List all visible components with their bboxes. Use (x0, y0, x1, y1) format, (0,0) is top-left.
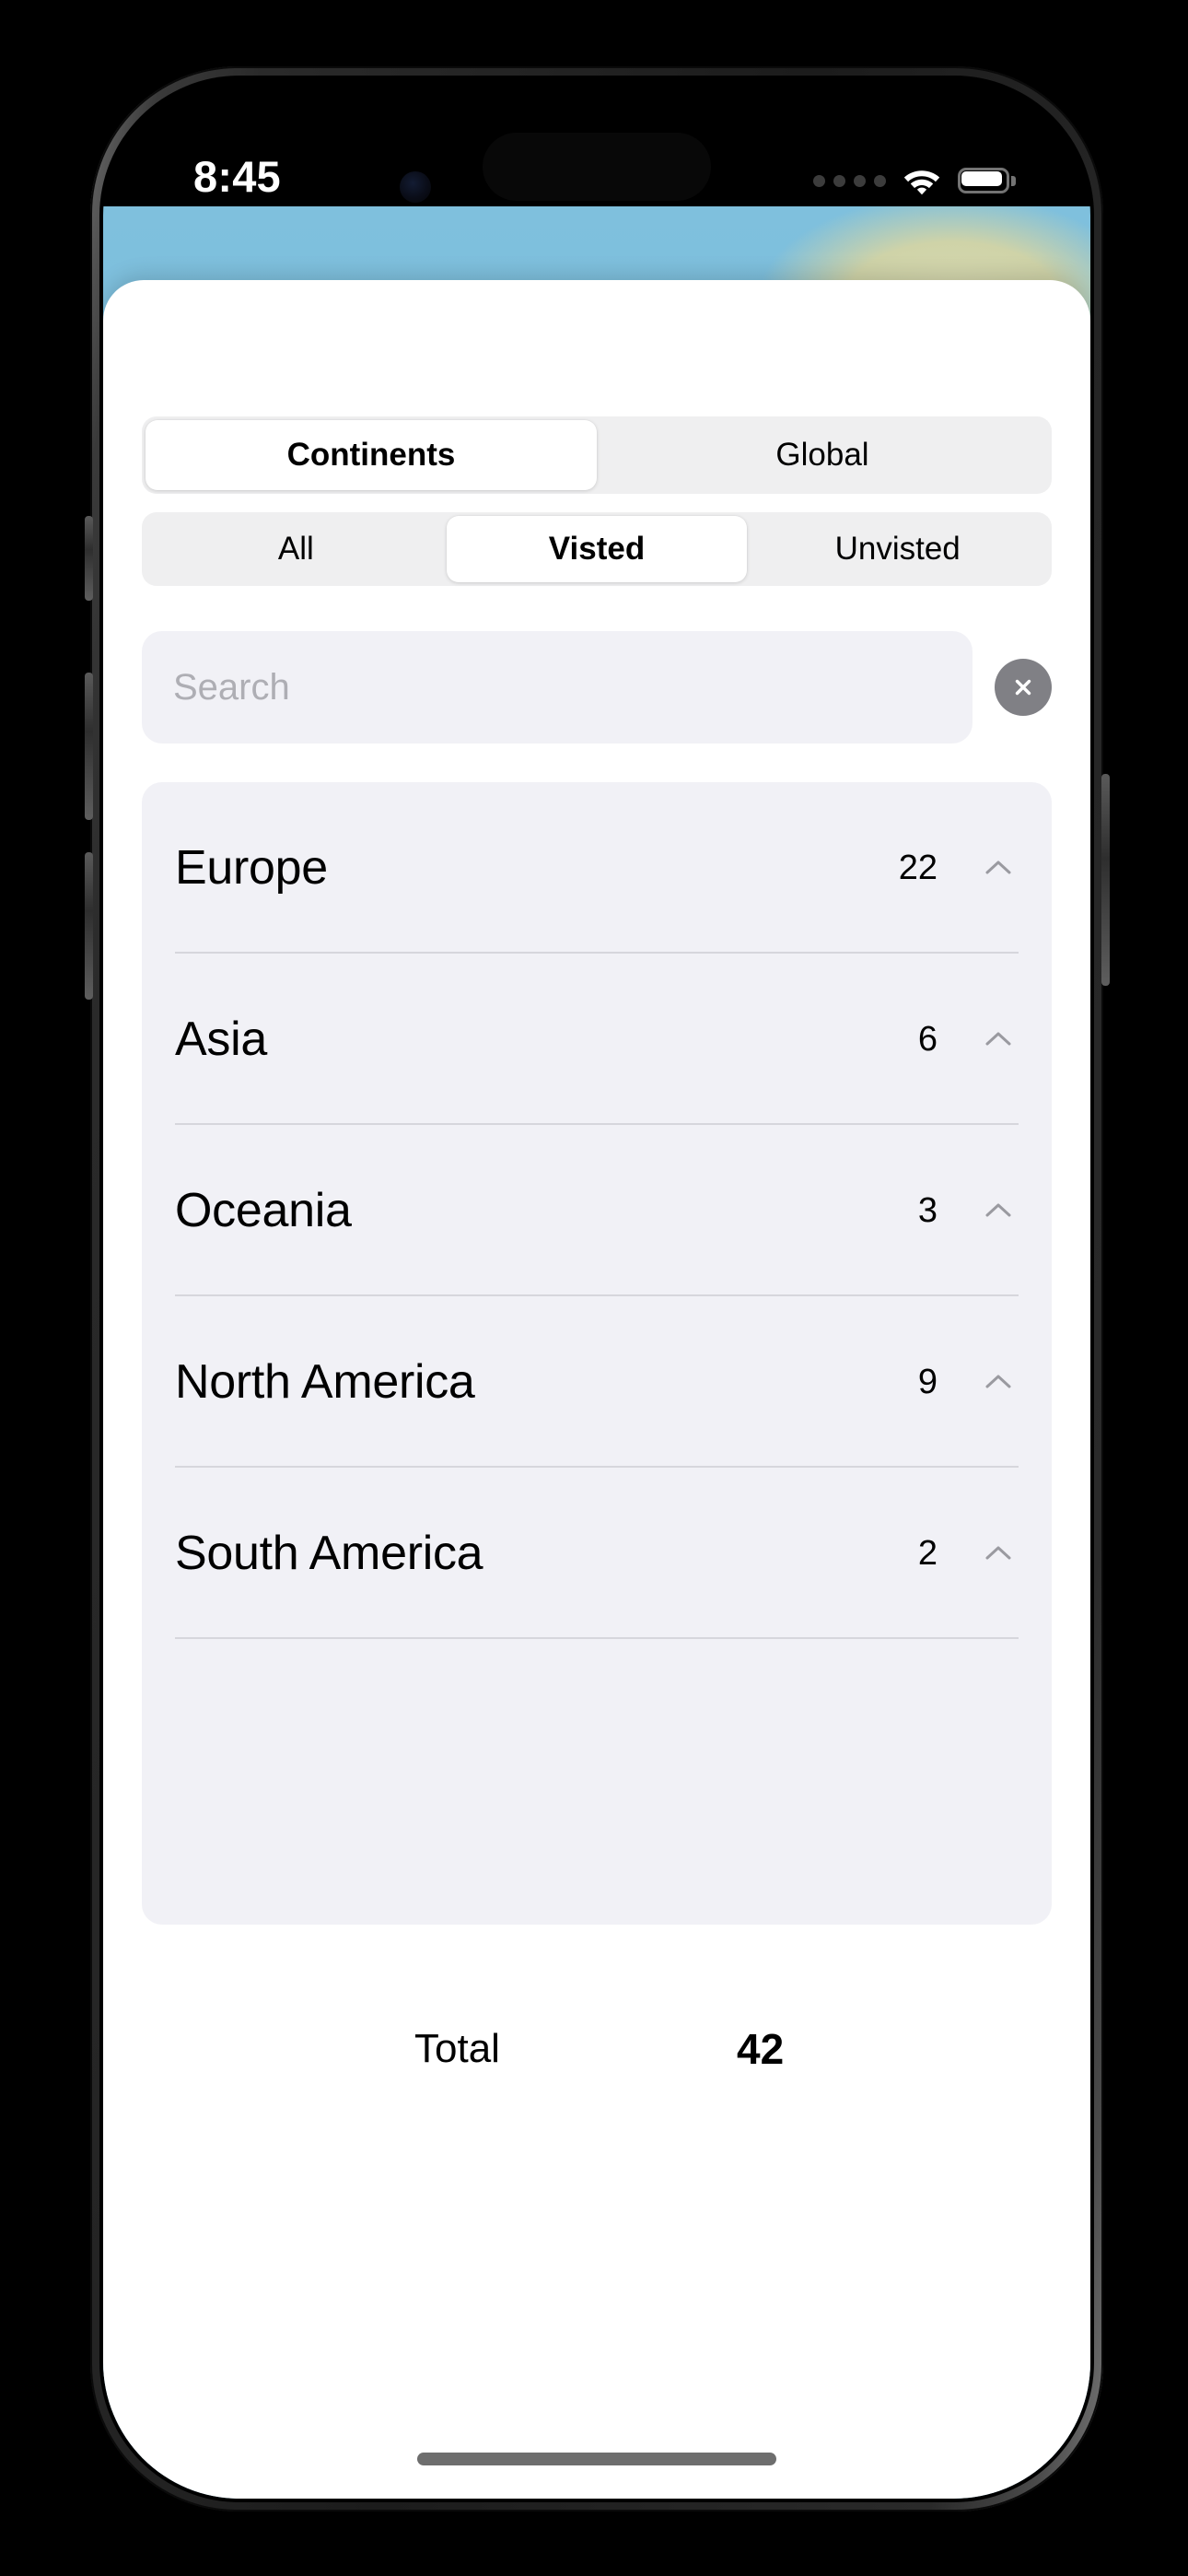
search-input[interactable] (142, 631, 973, 744)
segment-unvisited[interactable]: Unvisted (747, 516, 1048, 582)
total-value: 42 (737, 2025, 785, 2073)
continent-count: 6 (917, 1019, 938, 1059)
segment-global[interactable]: Global (597, 420, 1048, 490)
volume-down-button[interactable] (85, 852, 93, 1000)
battery-icon (958, 168, 1016, 193)
close-icon (1015, 679, 1031, 696)
cellular-dots-icon (813, 167, 886, 194)
table-row[interactable]: North America 9 (142, 1296, 1052, 1468)
continent-name: South America (175, 1527, 483, 1580)
segment-visited[interactable]: Visted (446, 516, 748, 582)
chevron-up-icon[interactable] (978, 1533, 1019, 1574)
total-row: Total 42 (103, 2008, 1090, 2090)
table-row[interactable]: South America 2 (142, 1468, 1052, 1639)
chevron-up-icon[interactable] (978, 1019, 1019, 1060)
chevron-up-icon[interactable] (978, 848, 1019, 888)
power-button[interactable] (1101, 774, 1110, 986)
continent-count: 9 (917, 1362, 938, 1401)
clear-search-button[interactable] (995, 659, 1052, 716)
continent-count: 3 (917, 1190, 938, 1230)
continent-count: 2 (917, 1533, 938, 1573)
wifi-icon (903, 170, 940, 195)
home-indicator[interactable] (417, 2453, 776, 2465)
filter-segmented-control[interactable]: All Visted Unvisted (142, 512, 1052, 586)
search-row (142, 626, 1052, 748)
continent-name: Europe (175, 841, 328, 895)
segment-all[interactable]: All (146, 516, 447, 582)
status-bar-time: 8:45 (193, 152, 281, 201)
status-bar-indicators (813, 160, 1016, 201)
table-row[interactable]: Oceania 3 (142, 1125, 1052, 1296)
segment-continents[interactable]: Continents (146, 420, 597, 490)
silent-switch-button[interactable] (85, 516, 93, 601)
continent-name: North America (175, 1355, 475, 1409)
table-row[interactable]: Europe 22 (142, 782, 1052, 954)
continent-name: Oceania (175, 1184, 352, 1237)
continent-count: 22 (898, 848, 938, 887)
chevron-up-icon[interactable] (978, 1190, 1019, 1231)
volume-up-button[interactable] (85, 673, 93, 820)
scope-segmented-control[interactable]: Continents Global (142, 416, 1052, 494)
status-bar: 8:45 (103, 152, 1090, 206)
phone-screen: 8:45 Continents Global All Visted Unvist… (103, 79, 1090, 2499)
total-label: Total (414, 2026, 500, 2071)
continent-list: Europe 22 Asia 6 Oceania 3 North America… (142, 782, 1052, 1925)
continent-name: Asia (175, 1013, 267, 1066)
chevron-up-icon[interactable] (978, 1362, 1019, 1402)
bottom-sheet: Continents Global All Visted Unvisted Se… (103, 280, 1090, 2499)
table-row[interactable]: Asia 6 (142, 954, 1052, 1125)
device-frame: 8:45 Continents Global All Visted Unvist… (0, 0, 1188, 2576)
